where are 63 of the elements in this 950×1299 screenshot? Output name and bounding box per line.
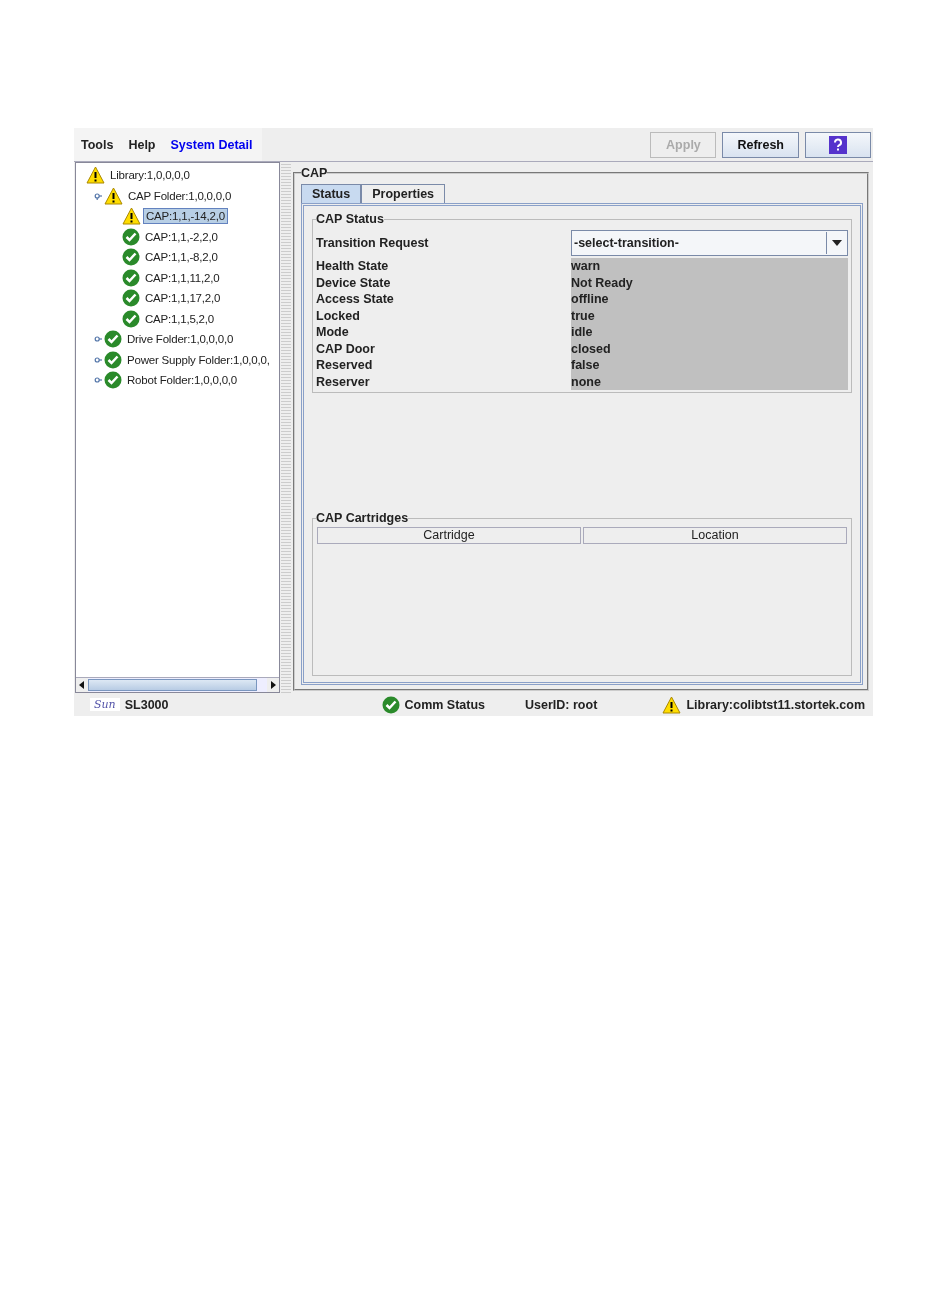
warning-icon — [662, 695, 682, 714]
menu-item[interactable]: Help — [128, 137, 156, 152]
toolbar-button[interactable]: Refresh — [722, 131, 799, 158]
tree-toggle-icon[interactable] — [94, 334, 102, 345]
group-title: CAP Status — [316, 212, 384, 226]
help-button[interactable] — [805, 131, 871, 158]
tree-item[interactable]: Power Supply Folder:1,0,0,0, — [124, 351, 273, 368]
check-circle-icon — [122, 268, 140, 287]
check-circle-icon — [122, 248, 140, 267]
field-label: Health State — [316, 259, 390, 274]
check-circle-icon — [104, 350, 122, 369]
tree-item[interactable]: CAP:1,1,11,2,0 — [142, 269, 223, 286]
library-text: Library:colibtst11.stortek.com — [686, 697, 865, 712]
tab[interactable]: Status — [301, 184, 362, 203]
check-circle-icon — [104, 371, 122, 390]
panel-title: CAP — [301, 166, 328, 180]
product-name: SL3000 — [124, 697, 169, 712]
tree-item[interactable]: CAP:1,1,5,2,0 — [142, 310, 217, 327]
field-label: Access State — [316, 292, 395, 307]
field-value: offline — [571, 291, 848, 308]
tree-item[interactable]: CAP:1,1,-8,2,0 — [142, 249, 221, 266]
warning-icon — [122, 207, 141, 226]
column-header[interactable]: Cartridge — [317, 527, 581, 544]
menu-item[interactable]: System Detail — [170, 137, 253, 152]
logo: Sun — [90, 698, 120, 711]
check-circle-icon — [122, 227, 140, 246]
group-title: CAP Cartridges — [316, 511, 409, 525]
check-circle-icon — [122, 309, 140, 328]
warning-icon — [104, 186, 123, 205]
field-value: warn — [571, 258, 848, 275]
field-label: Transition Request — [316, 236, 430, 250]
check-circle-icon — [104, 330, 122, 349]
tree-item[interactable]: CAP Folder:1,0,0,0,0 — [125, 187, 235, 204]
field-label: Reserver — [316, 374, 371, 389]
tree-item[interactable]: CAP:1,1,-2,2,0 — [142, 228, 221, 245]
tree-toggle-icon[interactable] — [94, 190, 102, 201]
column-header[interactable]: Location — [583, 527, 847, 544]
user-text: UserID: root — [525, 697, 598, 712]
transition-dropdown[interactable]: -select-transition- — [571, 230, 848, 256]
tree-item[interactable]: Robot Folder:1,0,0,0,0 — [124, 372, 241, 389]
tab[interactable]: Properties — [361, 184, 446, 203]
tree-toggle-icon[interactable] — [94, 354, 102, 365]
menu-item[interactable]: Tools — [81, 137, 114, 152]
field-label: CAP Door — [316, 341, 376, 356]
tree-item[interactable]: Library:1,0,0,0,0 — [107, 167, 193, 184]
field-label: Locked — [316, 308, 361, 323]
field-label: Reserved — [316, 358, 374, 373]
tree-item[interactable]: CAP:1,1,-14,2,0 — [143, 208, 228, 225]
check-circle-icon — [122, 289, 140, 308]
field-label: Device State — [316, 275, 392, 290]
check-circle-icon — [381, 695, 400, 714]
field-value: false — [571, 357, 848, 374]
warning-icon — [86, 166, 105, 185]
help-icon — [829, 135, 847, 154]
field-value: idle — [571, 324, 848, 341]
status-text: Comm Status — [404, 697, 486, 712]
scroll-right-icon — [267, 678, 279, 692]
tree-item[interactable]: CAP:1,1,17,2,0 — [142, 290, 224, 307]
tree-item[interactable]: Drive Folder:1,0,0,0,0 — [124, 331, 237, 348]
tree-toggle-icon[interactable] — [94, 375, 102, 386]
caret-icon — [832, 240, 842, 246]
horizontal-scrollbar[interactable] — [76, 677, 279, 692]
field-label: Mode — [316, 325, 350, 340]
